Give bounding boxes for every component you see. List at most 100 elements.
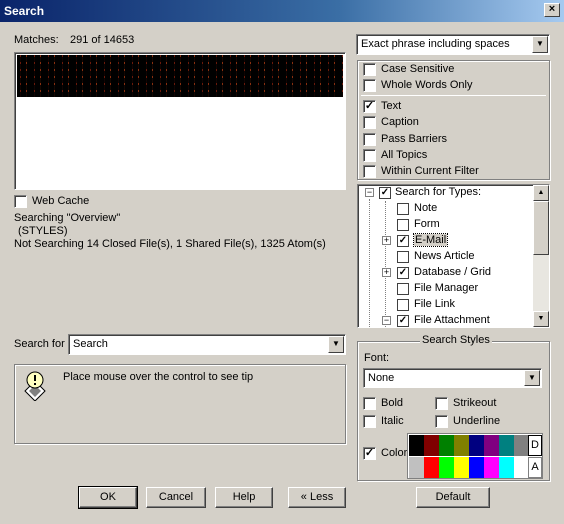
types-tree[interactable]: − ✓ Search for Types: Note Form + ✓ E-Ma… xyxy=(357,184,550,328)
tree-item-checkbox[interactable] xyxy=(397,203,409,215)
default-button[interactable]: Default xyxy=(416,487,490,508)
tree-root-checkbox[interactable]: ✓ xyxy=(379,187,391,199)
matches-label: Matches: xyxy=(14,34,59,46)
color-checkbox[interactable]: ✓ Color xyxy=(363,446,413,462)
underline-box[interactable] xyxy=(435,415,448,428)
color-swatch[interactable] xyxy=(514,457,529,478)
search-for-label: Search for xyxy=(14,338,65,350)
tree-item-checkbox[interactable]: ✓ xyxy=(397,315,409,327)
search-for-combo[interactable]: Search ▼ xyxy=(68,334,346,355)
close-button[interactable]: × xyxy=(544,3,560,17)
help-button[interactable]: Help xyxy=(215,487,273,508)
tree-item-checkbox[interactable]: ✓ xyxy=(397,235,409,247)
color-swatch[interactable] xyxy=(499,435,514,456)
all-topics-box[interactable] xyxy=(363,149,376,162)
chevron-down-icon[interactable]: ▼ xyxy=(524,370,540,386)
scroll-thumb[interactable] xyxy=(533,201,549,255)
search-for-value: Search xyxy=(73,338,108,350)
cancel-button[interactable]: Cancel xyxy=(146,487,206,508)
color-swatch[interactable] xyxy=(424,435,439,456)
color-swatch[interactable] xyxy=(484,457,499,478)
scroll-up-icon[interactable]: ▲ xyxy=(533,185,549,201)
color-swatch[interactable] xyxy=(514,435,529,456)
tree-item-form[interactable]: Form xyxy=(358,217,533,233)
text-checkbox[interactable]: ✓ Text xyxy=(363,99,543,115)
match-result-strip[interactable] xyxy=(17,55,343,97)
color-swatch[interactable] xyxy=(499,457,514,478)
tree-item-label: News Article xyxy=(414,250,475,262)
tip-text: Place mouse over the control to see tip xyxy=(63,371,254,383)
match-mode-value: Exact phrase including spaces xyxy=(361,38,510,50)
auto-color-swatch[interactable]: A xyxy=(528,457,542,478)
pass-barriers-box[interactable] xyxy=(363,133,376,146)
italic-checkbox[interactable]: Italic xyxy=(363,414,423,430)
strikeout-box[interactable] xyxy=(435,397,448,410)
caption-box[interactable] xyxy=(363,116,376,129)
within-filter-checkbox[interactable]: Within Current Filter xyxy=(363,164,543,180)
web-cache-checkbox[interactable]: Web Cache xyxy=(14,194,134,210)
tree-item-note[interactable]: Note xyxy=(358,201,533,217)
strikeout-checkbox[interactable]: Strikeout xyxy=(435,396,515,412)
color-swatch[interactable] xyxy=(409,457,424,478)
tree-scrollbar[interactable]: ▲ ▼ xyxy=(533,185,549,327)
font-combo[interactable]: None ▼ xyxy=(363,368,542,388)
color-palette[interactable]: D A xyxy=(407,433,543,479)
italic-box[interactable] xyxy=(363,415,376,428)
bold-checkbox[interactable]: Bold xyxy=(363,396,423,412)
tree-item-checkbox[interactable] xyxy=(397,219,409,231)
color-box[interactable]: ✓ xyxy=(363,447,376,460)
collapse-icon[interactable]: − xyxy=(365,188,374,197)
close-icon: × xyxy=(548,3,556,15)
text-box[interactable]: ✓ xyxy=(363,100,376,113)
caption-label: Caption xyxy=(381,116,419,128)
tree-item-news[interactable]: News Article xyxy=(358,249,533,265)
color-swatch[interactable] xyxy=(469,435,484,456)
whole-words-box[interactable] xyxy=(363,79,376,92)
expand-icon[interactable]: + xyxy=(382,236,391,245)
all-topics-checkbox[interactable]: All Topics xyxy=(363,148,543,164)
color-swatch[interactable] xyxy=(454,457,469,478)
tree-item-checkbox[interactable] xyxy=(397,251,409,263)
tree-item-file-link[interactable]: File Link xyxy=(358,297,533,313)
color-swatch[interactable] xyxy=(409,435,424,456)
within-filter-box[interactable] xyxy=(363,165,376,178)
tree-item-email[interactable]: + ✓ E-Mail xyxy=(358,233,533,249)
caption-checkbox[interactable]: Caption xyxy=(363,115,543,131)
tree-item-label: File Attachment xyxy=(414,314,490,326)
collapse-icon[interactable]: − xyxy=(382,316,391,325)
web-cache-box[interactable] xyxy=(14,195,27,208)
ok-button[interactable]: OK xyxy=(78,486,138,509)
tree-item-label: File Link xyxy=(414,298,455,310)
tree-item-checkbox[interactable] xyxy=(397,283,409,295)
within-filter-label: Within Current Filter xyxy=(381,165,479,177)
tree-item-checkbox[interactable] xyxy=(397,299,409,311)
matches-list[interactable] xyxy=(14,52,346,190)
default-color-swatch[interactable]: D xyxy=(528,435,542,456)
tree-item-label: Database / Grid xyxy=(414,266,492,278)
match-mode-combo[interactable]: Exact phrase including spaces ▼ xyxy=(356,34,550,55)
tree-item-file-manager[interactable]: File Manager xyxy=(358,281,533,297)
chevron-down-icon[interactable]: ▼ xyxy=(328,336,344,353)
underline-checkbox[interactable]: Underline xyxy=(435,414,515,430)
chevron-down-icon[interactable]: ▼ xyxy=(532,36,548,53)
tree-item-file-attachment[interactable]: − ✓ File Attachment xyxy=(358,313,533,327)
pass-barriers-checkbox[interactable]: Pass Barriers xyxy=(363,132,543,148)
case-sensitive-box[interactable] xyxy=(363,63,376,76)
whole-words-checkbox[interactable]: Whole Words Only xyxy=(363,78,543,94)
case-sensitive-checkbox[interactable]: Case Sensitive xyxy=(363,62,543,78)
color-swatch[interactable] xyxy=(484,435,499,456)
bold-box[interactable] xyxy=(363,397,376,410)
color-swatch[interactable] xyxy=(439,457,454,478)
color-swatch[interactable] xyxy=(424,457,439,478)
color-swatch[interactable] xyxy=(439,435,454,456)
tree-item-database[interactable]: + ✓ Database / Grid xyxy=(358,265,533,281)
status-styles: (STYLES) xyxy=(18,225,68,237)
color-swatch[interactable] xyxy=(469,457,484,478)
web-cache-label: Web Cache xyxy=(32,195,90,207)
color-swatch[interactable] xyxy=(454,435,469,456)
tree-root[interactable]: − ✓ Search for Types: xyxy=(358,185,533,201)
expand-icon[interactable]: + xyxy=(382,268,391,277)
less-button[interactable]: « Less xyxy=(288,487,346,508)
tree-item-checkbox[interactable]: ✓ xyxy=(397,267,409,279)
scroll-down-icon[interactable]: ▼ xyxy=(533,311,549,327)
